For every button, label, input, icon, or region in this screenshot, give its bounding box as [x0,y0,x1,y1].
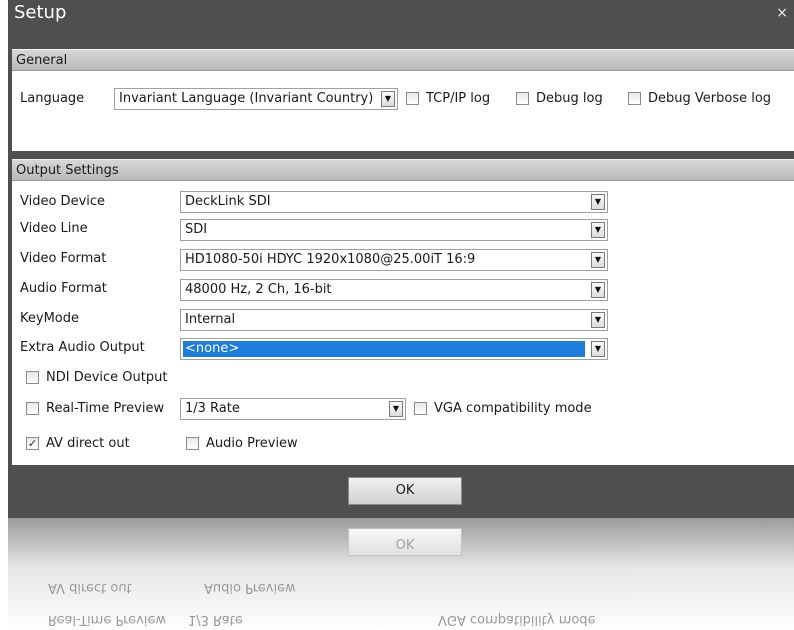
checkbox-icon[interactable] [414,402,427,415]
setup-dialog: Setup × General Language Invariant Langu… [8,0,794,518]
checkbox-icon[interactable] [26,371,39,384]
video-format-value: HD1080-50i HDYC 1920x1080@25.00iT 16:9 [185,252,476,267]
video-line-select[interactable]: SDI ▼ [180,219,608,241]
audio-preview-label: Audio Preview [206,436,298,451]
video-device-value: DeckLink SDI [185,194,271,209]
output-section-header: Output Settings [12,159,794,181]
preview-rate-reflection: 1/3 Rate [188,612,243,627]
preview-rate-select[interactable]: 1/3 Rate ▼ [180,398,406,420]
ok-button-reflection: OK [348,528,462,556]
general-panel: Language Invariant Language (Invariant C… [12,71,794,151]
chevron-down-icon[interactable]: ▼ [591,222,605,238]
video-line-value: SDI [185,222,208,237]
language-select[interactable]: Invariant Language (Invariant Country) ▼ [114,88,398,110]
chevron-down-icon[interactable]: ▼ [591,341,605,357]
ndi-device-output-label: NDI Device Output [46,370,168,385]
audio-format-label: Audio Format [20,281,107,296]
tcpip-log-label: TCP/IP log [426,91,491,106]
debug-verbose-log-label: Debug Verbose log [648,91,772,106]
checkbox-icon[interactable] [628,92,641,105]
chevron-down-icon[interactable]: ▼ [389,401,403,417]
window-title: Setup [14,2,67,23]
audio-preview-reflection: Audio Preview [204,580,296,595]
language-label: Language [20,91,85,106]
language-select-value: Invariant Language (Invariant Country) [119,91,374,106]
extra-audio-output-value: <none> [183,341,585,357]
audio-format-select[interactable]: 48000 Hz, 2 Ch, 16-bit ▼ [180,279,608,301]
video-device-label: Video Device [20,194,106,209]
video-format-select[interactable]: HD1080-50i HDYC 1920x1080@25.00iT 16:9 ▼ [180,249,608,271]
av-direct-out-label: AV direct out [46,436,130,451]
close-icon[interactable]: × [776,0,788,26]
extra-audio-output-label: Extra Audio Output [20,340,145,355]
general-section-header: General [12,49,794,71]
preview-rate-value: 1/3 Rate [185,401,240,416]
keymode-label: KeyMode [20,311,79,326]
checkbox-icon[interactable] [186,437,199,450]
vga-compatibility-label: VGA compatibility mode [434,401,592,416]
chevron-down-icon[interactable]: ▼ [591,252,605,268]
vga-compatibility-reflection: VGA compatibility mode [438,612,596,627]
real-time-preview-reflection: Real-Time Preview [48,612,167,627]
ok-button[interactable]: OK [348,477,462,505]
title-bar: Setup × [8,0,794,26]
dialog-reflection: OK AV direct out Audio Preview Real-Time… [8,518,794,630]
chevron-down-icon[interactable]: ▼ [591,194,605,210]
video-format-label: Video Format [20,251,107,266]
video-device-select[interactable]: DeckLink SDI ▼ [180,191,608,213]
output-panel: Video Device DeckLink SDI ▼ Video Line S… [12,181,794,465]
debug-log-label: Debug log [536,91,603,106]
chevron-down-icon[interactable]: ▼ [381,91,395,107]
chevron-down-icon[interactable]: ▼ [591,282,605,298]
extra-audio-output-select[interactable]: <none> ▼ [180,338,608,360]
keymode-select[interactable]: Internal ▼ [180,309,608,331]
chevron-down-icon[interactable]: ▼ [591,312,605,328]
keymode-value: Internal [185,312,236,327]
real-time-preview-label: Real-Time Preview [46,401,165,416]
checkbox-icon[interactable] [406,92,419,105]
audio-format-value: 48000 Hz, 2 Ch, 16-bit [185,282,332,297]
checkbox-icon[interactable] [516,92,529,105]
checkbox-icon[interactable] [26,402,39,415]
video-line-label: Video Line [20,221,88,236]
checkmark-icon[interactable]: ✓ [26,437,39,450]
av-direct-out-reflection: AV direct out [48,580,132,595]
